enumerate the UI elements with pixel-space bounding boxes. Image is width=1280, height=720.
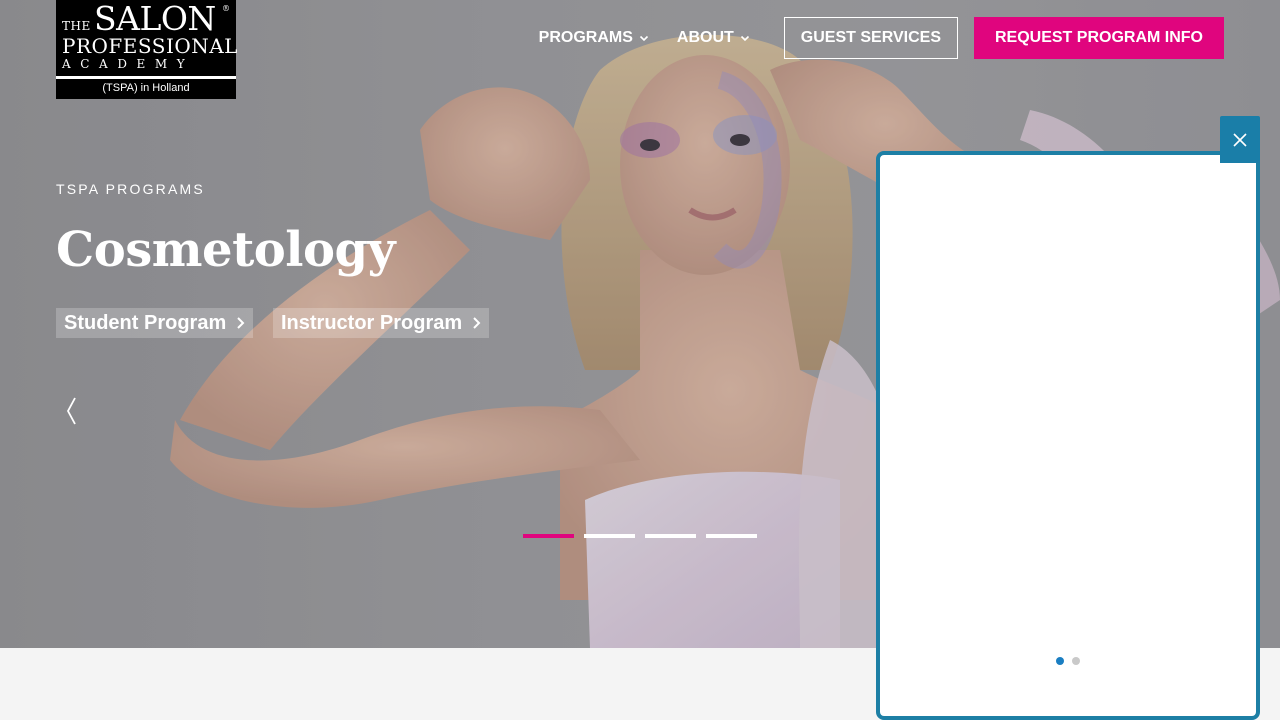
popup-close-button[interactable]: [1220, 116, 1260, 163]
student-program-label: Student Program: [64, 311, 227, 334]
chevron-down-icon: [639, 35, 648, 42]
request-program-info-button[interactable]: REQUEST PROGRAM INFO: [973, 17, 1224, 59]
chevron-down-icon: [740, 35, 749, 42]
main-nav: PROGRAMS ABOUT GUEST SERVICES REQUEST PR…: [539, 17, 1224, 59]
nav-programs-label: PROGRAMS: [538, 29, 633, 46]
chevron-right-icon: [473, 317, 481, 329]
logo-location: (TSPA) in Holland: [102, 82, 190, 94]
logo-divider: [56, 76, 236, 79]
slide-indicator[interactable]: [706, 534, 757, 538]
logo-registered-mark: ®: [222, 4, 230, 13]
slide-indicator[interactable]: [584, 534, 635, 538]
slider-prev-chevron-left-icon[interactable]: [64, 396, 78, 426]
popup-pagination: [1056, 657, 1088, 665]
nav-about[interactable]: ABOUT: [677, 29, 750, 47]
chevron-right-icon: [237, 317, 245, 329]
slide-indicator[interactable]: [523, 534, 574, 538]
nav-programs[interactable]: PROGRAMS: [539, 29, 649, 47]
instructor-program-label: Instructor Program: [281, 311, 463, 334]
popup-page-indicator[interactable]: [1056, 657, 1064, 665]
guest-services-button[interactable]: GUEST SERVICES: [783, 17, 958, 59]
logo-salon: SALON: [94, 0, 216, 38]
slide-indicator[interactable]: [645, 534, 696, 538]
logo-academy: ACADEMY: [62, 57, 195, 71]
student-program-button[interactable]: Student Program: [56, 308, 254, 338]
chat-popup-panel: [876, 151, 1260, 720]
hero-eyebrow: TSPA PROGRAMS: [56, 181, 205, 197]
popup-page-indicator[interactable]: [1072, 657, 1080, 665]
nav-about-label: ABOUT: [676, 29, 734, 46]
logo-the: THE: [62, 19, 91, 33]
instructor-program-button[interactable]: Instructor Program: [273, 308, 490, 338]
site-logo[interactable]: THE SALON ® PROFESSIONAL ACADEMY (TSPA) …: [56, 0, 238, 99]
slider-pagination: [523, 534, 767, 538]
close-icon: [1233, 132, 1247, 147]
logo-professional: PROFESSIONAL: [62, 34, 238, 58]
hero-headline: Cosmetology: [56, 222, 395, 278]
